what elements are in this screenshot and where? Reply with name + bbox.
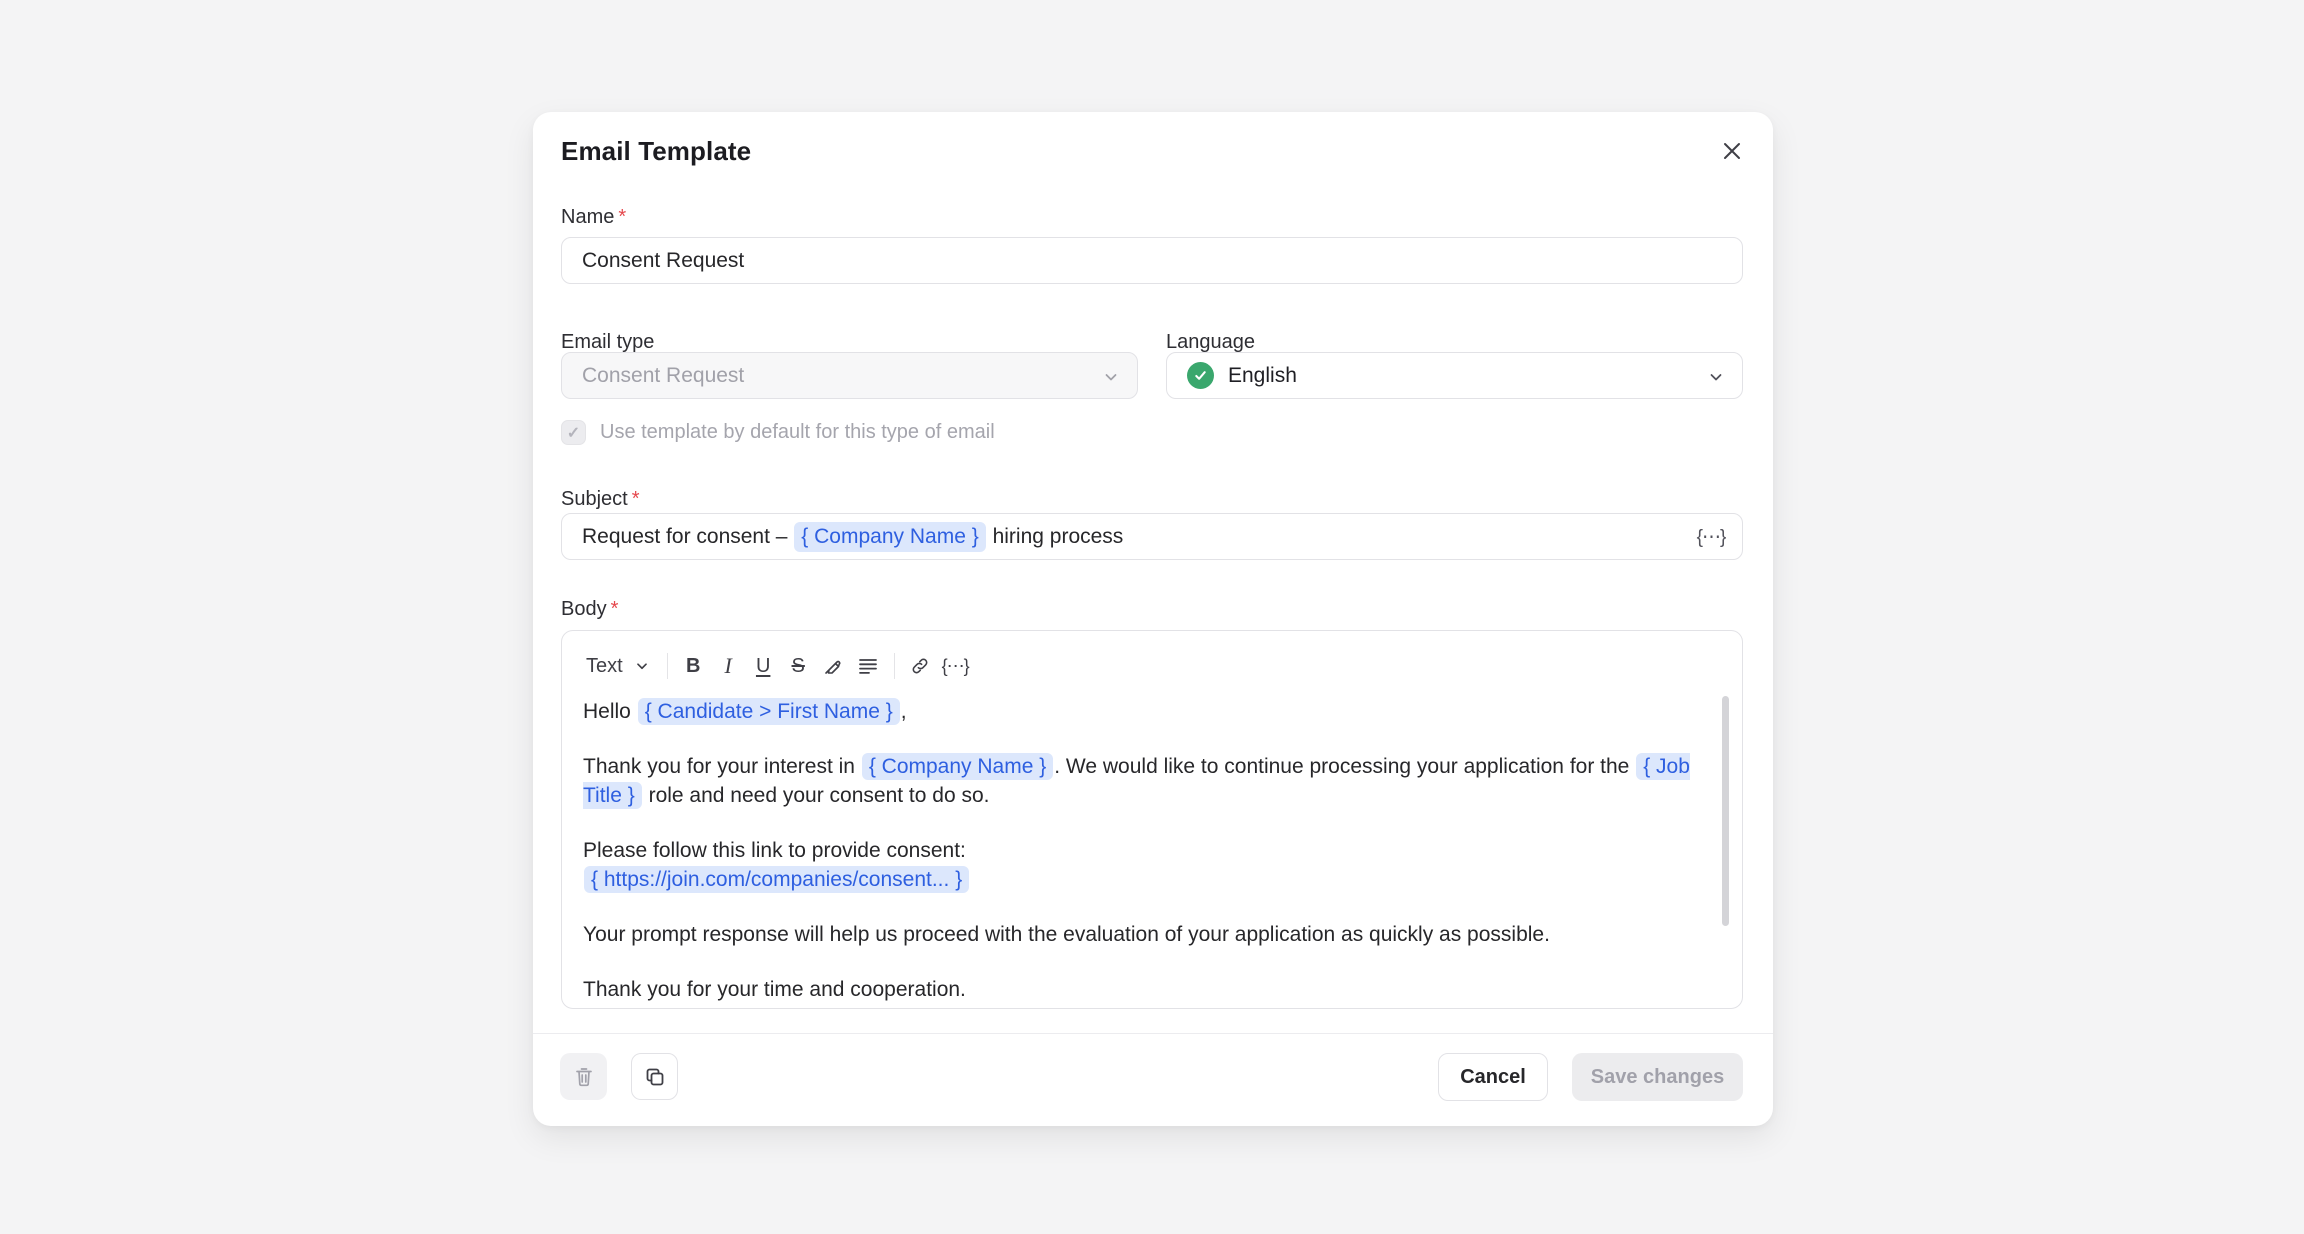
text-run: . We would like to continue processing y…	[1054, 755, 1635, 778]
insert-variable-icon[interactable]: {⋯}	[1694, 523, 1728, 551]
default-template-checkbox-row: ✓ Use template by default for this type …	[561, 420, 995, 445]
subject-label: Subject*	[561, 488, 640, 511]
dialog-footer: Cancel Save changes	[533, 1033, 1773, 1126]
text-run: Thank you for your interest in	[583, 755, 861, 778]
editor-toolbar: Text B I U S	[576, 648, 1722, 684]
bold-button[interactable]: B	[676, 649, 711, 683]
required-asterisk: *	[618, 206, 626, 228]
body-paragraph: Thank you for your time and cooperation.	[583, 975, 1700, 1004]
text-run: Your prompt response will help us procee…	[583, 923, 1550, 946]
variable-chip[interactable]: { Company Name }	[794, 522, 985, 552]
default-template-checkbox-label: Use template by default for this type of…	[600, 421, 995, 444]
insert-variable-button[interactable]: {⋯}	[938, 649, 973, 683]
text-run: Please follow this link to provide conse…	[583, 839, 966, 862]
toolbar-divider	[894, 653, 895, 679]
checkbox-check-icon: ✓	[567, 423, 580, 443]
body-paragraph: Please follow this link to provide conse…	[583, 836, 1700, 894]
body-editor-content[interactable]: Hello { Candidate > First Name }, Thank y…	[583, 697, 1700, 1008]
chevron-down-icon	[1706, 367, 1726, 393]
body-paragraph: Your prompt response will help us procee…	[583, 920, 1700, 949]
strikethrough-button[interactable]: S	[781, 649, 816, 683]
text-run: Hello	[583, 700, 637, 723]
body-label: Body*	[561, 598, 618, 621]
save-changes-button[interactable]: Save changes	[1572, 1053, 1743, 1101]
name-input[interactable]: Consent Request	[561, 237, 1743, 284]
language-check-badge-icon	[1187, 362, 1214, 389]
body-paragraph: Thank you for your interest in { Company…	[583, 752, 1700, 810]
email-template-dialog: Email Template Name* Consent Request Ema…	[533, 112, 1773, 1126]
text-run: Thank you for your time and cooperation.	[583, 978, 966, 1001]
highlight-button[interactable]	[816, 649, 851, 683]
language-select[interactable]: English	[1166, 352, 1743, 399]
text-run: Request for consent –	[582, 525, 793, 549]
email-type-label: Email type	[561, 331, 654, 354]
link-icon	[909, 655, 931, 677]
subject-input[interactable]: Request for consent – { Company Name } h…	[561, 513, 1743, 560]
close-icon	[1721, 140, 1743, 162]
name-input-value: Consent Request	[582, 249, 744, 273]
name-label: Name*	[561, 206, 626, 229]
text-run: ,	[901, 700, 907, 723]
language-label: Language	[1166, 331, 1255, 354]
highlighter-icon	[822, 655, 844, 677]
link-button[interactable]	[903, 649, 938, 683]
align-left-icon	[857, 655, 879, 677]
close-button[interactable]	[1715, 134, 1749, 168]
text-run: role and need your consent to do so.	[643, 784, 990, 807]
variable-chip[interactable]: { Company Name }	[862, 753, 1053, 780]
language-value: English	[1228, 364, 1297, 388]
body-editor[interactable]: Text B I U S	[561, 630, 1743, 1009]
required-asterisk: *	[611, 598, 619, 620]
body-paragraph: Hello { Candidate > First Name },	[583, 697, 1700, 726]
email-type-value: Consent Request	[582, 364, 744, 388]
default-template-checkbox[interactable]: ✓	[561, 420, 586, 445]
italic-button[interactable]: I	[711, 649, 746, 683]
duplicate-template-button[interactable]	[631, 1053, 678, 1100]
chevron-down-icon	[1101, 367, 1121, 393]
email-type-select[interactable]: Consent Request	[561, 352, 1138, 399]
underline-button[interactable]: U	[746, 649, 781, 683]
trash-icon	[572, 1065, 596, 1089]
toolbar-divider	[667, 653, 668, 679]
text-style-dropdown[interactable]: Text	[576, 655, 659, 678]
page-background: { "modal": { "title": "Email Template" }…	[0, 0, 2304, 1234]
delete-template-button[interactable]	[560, 1053, 607, 1100]
text-run: hiring process	[987, 525, 1124, 549]
align-button[interactable]	[851, 649, 886, 683]
dialog-title: Email Template	[561, 136, 751, 167]
cancel-button[interactable]: Cancel	[1438, 1053, 1548, 1101]
variable-chip[interactable]: { https://join.com/companies/consent... …	[584, 866, 969, 893]
variable-chip[interactable]: { Candidate > First Name }	[638, 698, 900, 725]
body-scrollbar[interactable]	[1722, 696, 1729, 926]
copy-icon	[643, 1065, 667, 1089]
chevron-down-icon	[633, 657, 651, 675]
subject-value: Request for consent – { Company Name } h…	[582, 522, 1123, 552]
required-asterisk: *	[632, 488, 640, 510]
